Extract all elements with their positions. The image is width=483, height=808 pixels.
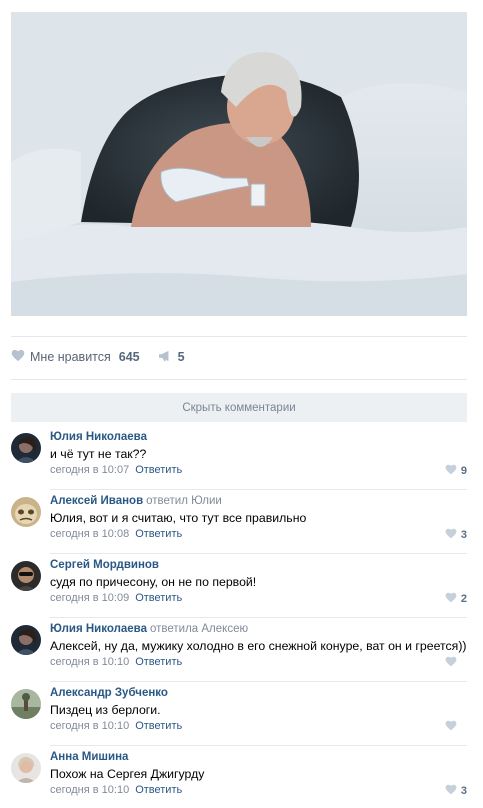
comment-like-count: 3 xyxy=(460,785,467,797)
comment-meta: сегодня в 10:07 Ответить xyxy=(50,464,182,476)
comment-like-button[interactable]: 9 xyxy=(445,464,467,478)
comment-time[interactable]: сегодня в 10:07 xyxy=(50,464,129,476)
reply-button[interactable]: Ответить xyxy=(135,720,182,732)
comment-author[interactable]: Анна Мишина xyxy=(50,751,128,763)
avatar[interactable] xyxy=(11,753,41,783)
avatar[interactable] xyxy=(11,561,41,591)
comment-text: Алексей, ну да, мужику холодно в его сне… xyxy=(50,639,467,653)
comment-like-button[interactable]: 3 xyxy=(445,528,467,542)
divider xyxy=(50,745,467,746)
comment-reply-to[interactable]: ответила Алексею xyxy=(150,623,248,635)
comment-meta: сегодня в 10:09 Ответить xyxy=(50,592,182,604)
comment-like-button[interactable] xyxy=(445,656,467,670)
comment-author[interactable]: Александр Зубченко xyxy=(50,687,168,699)
comment-meta: сегодня в 10:08 Ответить xyxy=(50,528,182,540)
comment-meta: сегодня в 10:10 Ответить xyxy=(50,720,182,732)
comment-like-count: 2 xyxy=(460,593,467,605)
avatar[interactable] xyxy=(11,689,41,719)
comment: Юлия Николаева ответила Алексею Алексей, … xyxy=(11,623,467,687)
avatar[interactable] xyxy=(11,625,41,655)
comment-author[interactable]: Юлия Николаева xyxy=(50,623,147,635)
comment-time[interactable]: сегодня в 10:08 xyxy=(50,528,129,540)
comment-time[interactable]: сегодня в 10:10 xyxy=(50,784,129,796)
reply-button[interactable]: Ответить xyxy=(135,528,182,540)
heart-icon xyxy=(445,720,457,734)
divider xyxy=(50,617,467,618)
comment-like-button[interactable]: 2 xyxy=(445,592,467,606)
divider xyxy=(11,379,467,380)
comment-text: Похож на Сергея Джигурду xyxy=(50,767,205,781)
heart-icon xyxy=(445,528,457,542)
divider xyxy=(50,489,467,490)
comment: Александр Зубченко Пиздец из берлоги. се… xyxy=(11,687,467,751)
share-count: 5 xyxy=(177,350,185,364)
reply-button[interactable]: Ответить xyxy=(135,592,182,604)
comment-time[interactable]: сегодня в 10:10 xyxy=(50,656,129,668)
avatar[interactable] xyxy=(11,497,41,527)
divider xyxy=(50,681,467,682)
reply-button[interactable]: Ответить xyxy=(135,464,182,476)
comment-text: Пиздец из берлоги. xyxy=(50,703,161,717)
heart-icon xyxy=(445,656,457,670)
comment-like-count: 9 xyxy=(460,465,467,477)
like-button[interactable]: Мне нравится 645 xyxy=(11,349,140,365)
comment-author[interactable]: Юлия Николаева xyxy=(50,431,147,443)
comment-text: судя по причесону, он не по первой! xyxy=(50,575,257,589)
comment: Алексей Иванов ответил Юлии Юлия, вот и я… xyxy=(11,495,467,559)
comment-time[interactable]: сегодня в 10:09 xyxy=(50,592,129,604)
comment: Сергей Мордвинов судя по причесону, он н… xyxy=(11,559,467,623)
comment-reply-to[interactable]: ответил Юлии xyxy=(146,495,222,507)
reply-button[interactable]: Ответить xyxy=(135,656,182,668)
comment-author[interactable]: Сергей Мордвинов xyxy=(50,559,159,571)
avatar[interactable] xyxy=(11,433,41,463)
comment-header: Александр Зубченко xyxy=(50,687,171,699)
divider xyxy=(11,336,467,337)
comment-time[interactable]: сегодня в 10:10 xyxy=(50,720,129,732)
comment-author[interactable]: Алексей Иванов xyxy=(50,495,143,507)
comment-text: и чё тут не так?? xyxy=(50,447,147,461)
comment-header: Анна Мишина xyxy=(50,751,131,763)
divider xyxy=(50,553,467,554)
like-label: Мне нравится xyxy=(30,350,111,364)
comment-meta: сегодня в 10:10 Ответить xyxy=(50,656,182,668)
comment-like-button[interactable] xyxy=(445,720,467,734)
heart-icon xyxy=(445,784,457,798)
comment: Юлия Николаева и чё тут не так?? сегодня… xyxy=(11,431,467,495)
comment-meta: сегодня в 10:10 Ответить xyxy=(50,784,182,796)
hide-comments-button[interactable]: Скрыть комментарии xyxy=(11,393,467,422)
heart-icon xyxy=(445,592,457,606)
comment-header: Юлия Николаева ответила Алексею xyxy=(50,623,248,635)
comment-header: Юлия Николаева xyxy=(50,431,150,443)
reply-button[interactable]: Ответить xyxy=(135,784,182,796)
comment-like-count: 3 xyxy=(460,529,467,541)
heart-icon xyxy=(445,464,457,478)
comment-header: Сергей Мордвинов xyxy=(50,559,162,571)
post-photo[interactable] xyxy=(11,12,467,316)
megaphone-icon xyxy=(158,350,172,365)
post-actions: Мне нравится 645 5 xyxy=(11,345,185,369)
comment: Анна Мишина Похож на Сергея Джигурду сег… xyxy=(11,751,467,808)
share-button[interactable]: 5 xyxy=(158,350,185,365)
comment-text: Юлия, вот и я считаю, что тут все правил… xyxy=(50,511,307,525)
comment-like-button[interactable]: 3 xyxy=(445,784,467,798)
like-count: 645 xyxy=(118,350,140,364)
heart-icon xyxy=(11,349,25,365)
comment-header: Алексей Иванов ответил Юлии xyxy=(50,495,222,507)
